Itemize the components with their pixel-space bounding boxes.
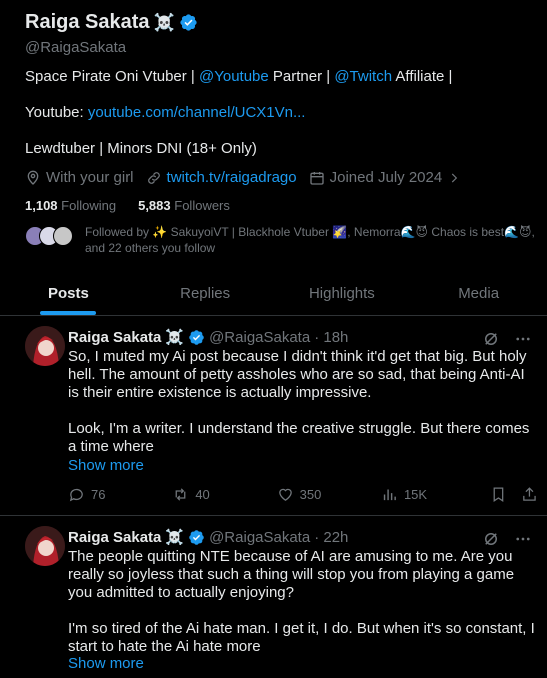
tab-media[interactable]: Media — [410, 271, 547, 315]
following-label: Following — [61, 198, 117, 213]
bio-text: Affiliate | — [392, 68, 453, 85]
website-link[interactable]: twitch.tv/raigadrago — [167, 169, 297, 186]
avatar — [53, 226, 73, 246]
followed-by-text: Followed by ✨ SakuyoiVT | Blackhole Vtub… — [85, 225, 535, 255]
followers-link[interactable]: 5,883 Followers — [138, 198, 230, 213]
show-more-link[interactable]: Show more — [68, 655, 144, 672]
views-button[interactable]: 15K — [381, 486, 490, 503]
tweet-timestamp[interactable]: · 22h — [314, 529, 348, 546]
bookmark-icon[interactable] — [490, 486, 507, 503]
profile-name-row: Raiga Sakata ☠️ — [25, 11, 198, 34]
bio-text: Space Pirate Oni Vtuber | — [25, 68, 199, 85]
tweet[interactable]: Raiga Sakata ☠️ @RaigaSakata · 22h The p… — [0, 516, 547, 678]
youtube-mention-link[interactable]: @Youtube — [199, 68, 269, 85]
skull-emoji: ☠️ — [165, 329, 185, 346]
profile-meta-row: With your girl twitch.tv/raigadrago Join… — [25, 169, 473, 186]
tweet-top-actions — [482, 330, 532, 348]
tweet-actions: 76 40 350 15K — [68, 486, 538, 503]
verified-badge-icon — [180, 14, 197, 31]
follow-stats: 1,108 Following 5,883 Followers — [25, 198, 230, 213]
bio-text: Youtube: — [25, 104, 88, 121]
skull-emoji: ☠️ — [153, 12, 175, 32]
like-button[interactable]: 350 — [277, 486, 381, 503]
location-pin-icon — [27, 170, 39, 185]
bio-line-1: Space Pirate Oni Vtuber | @Youtube Partn… — [25, 68, 452, 85]
more-options-icon[interactable] — [514, 530, 532, 548]
views-chart-icon — [383, 489, 396, 501]
tweet-author-name[interactable]: Raiga Sakata — [68, 329, 161, 346]
more-options-icon[interactable] — [514, 330, 532, 348]
tweet-header: Raiga Sakata ☠️ @RaigaSakata · 18h — [68, 328, 348, 347]
youtube-channel-link[interactable]: youtube.com/channel/UCX1Vn... — [88, 104, 306, 121]
tweet-author-name[interactable]: Raiga Sakata — [68, 529, 161, 546]
grok-icon[interactable] — [482, 530, 500, 548]
website-item: twitch.tv/raigadrago — [146, 169, 297, 186]
tweet[interactable]: Raiga Sakata ☠️ @RaigaSakata · 18h So, I… — [0, 316, 547, 516]
show-more-link[interactable]: Show more — [68, 457, 144, 474]
profile-display-name: Raiga Sakata — [25, 11, 150, 33]
grok-icon[interactable] — [482, 330, 500, 348]
tab-posts[interactable]: Posts — [0, 271, 137, 315]
views-count: 15K — [403, 487, 428, 502]
avatar-image — [25, 526, 65, 566]
reply-button[interactable]: 76 — [68, 486, 172, 503]
followers-count: 5,883 — [138, 198, 171, 213]
repost-icon — [175, 488, 186, 501]
profile-handle: @RaigaSakata — [25, 39, 127, 56]
calendar-icon — [309, 171, 324, 185]
verified-badge-icon — [189, 329, 204, 345]
tab-replies[interactable]: Replies — [137, 271, 274, 315]
tweet-header: Raiga Sakata ☠️ @RaigaSakata · 22h — [68, 528, 348, 547]
tab-highlights[interactable]: Highlights — [274, 271, 411, 315]
avatar[interactable] — [25, 326, 65, 366]
joined-item[interactable]: Joined July 2024 — [309, 169, 462, 186]
followed-by-avatars — [25, 226, 73, 256]
tweet-text: So, I muted my Ai post because I didn't … — [68, 348, 530, 455]
avatar-image — [25, 326, 65, 366]
heart-icon — [278, 488, 292, 501]
tweet-timestamp[interactable]: · 18h — [314, 329, 348, 346]
location-text: With your girl — [46, 169, 134, 186]
verified-badge-icon — [189, 529, 204, 545]
tweet-top-actions — [482, 530, 532, 548]
bio-line-3: Lewdtuber | Minors DNI (18+ Only) — [25, 140, 257, 157]
reply-icon — [69, 488, 83, 502]
bio-line-2: Youtube: youtube.com/channel/UCX1Vn... — [25, 104, 305, 121]
tweet-text: The people quitting NTE because of AI ar… — [68, 548, 535, 655]
link-icon — [147, 171, 160, 184]
bio-text: Partner | — [268, 68, 335, 85]
followers-label: Followers — [174, 198, 230, 213]
reply-count: 76 — [91, 487, 106, 502]
like-count: 350 — [299, 487, 322, 502]
chevron-right-icon — [452, 173, 458, 182]
following-count: 1,108 — [25, 198, 58, 213]
followed-by-row[interactable]: Followed by ✨ SakuyoiVT | Blackhole Vtub… — [25, 224, 547, 256]
repost-count: 40 — [195, 487, 210, 502]
tweet-author-handle[interactable]: @RaigaSakata — [209, 529, 310, 546]
repost-button[interactable]: 40 — [172, 486, 276, 503]
twitch-mention-link[interactable]: @Twitch — [334, 68, 392, 85]
share-icon[interactable] — [521, 486, 538, 503]
profile-tabs: Posts Replies Highlights Media — [0, 271, 547, 316]
following-link[interactable]: 1,108 Following — [25, 198, 116, 213]
joined-text: Joined July 2024 — [329, 169, 443, 186]
avatar[interactable] — [25, 526, 65, 566]
skull-emoji: ☠️ — [165, 529, 185, 546]
tweet-author-handle[interactable]: @RaigaSakata — [209, 329, 310, 346]
location-item: With your girl — [25, 169, 134, 186]
